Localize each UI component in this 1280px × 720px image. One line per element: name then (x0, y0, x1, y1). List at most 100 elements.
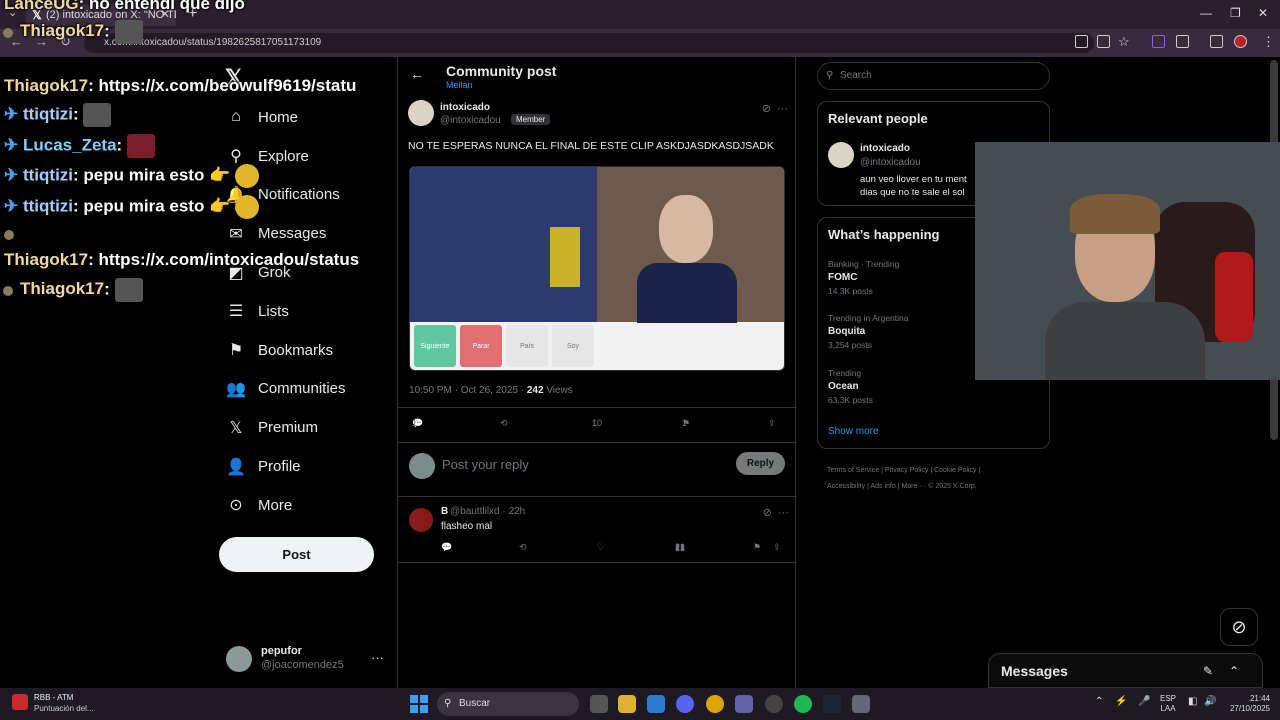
chat-line: Thiagok17: https://x.com/intoxicadou/sta… (4, 250, 359, 270)
clock[interactable]: 21:44 27/10/2025 (1226, 694, 1270, 714)
sidebar-item-lists[interactable]: ☰ Lists (226, 292, 426, 331)
emote-icon (126, 134, 155, 158)
sidebar-item-more[interactable]: ⊙ More (226, 486, 426, 525)
lang-primary: ESP (1160, 694, 1177, 703)
reply-input[interactable]: Post your reply (442, 457, 529, 472)
account-switcher[interactable]: pepufor @joacomendez5 ··· (226, 644, 386, 676)
store-icon[interactable] (647, 695, 665, 713)
profile-icon[interactable] (1234, 35, 1247, 48)
post-button[interactable]: Post (219, 537, 374, 572)
sidebar-item-premium[interactable]: 𝕏 Premium (226, 408, 426, 447)
footer-row[interactable]: Terms of Service | Privacy Policy | Cook… (827, 463, 1057, 479)
avatar[interactable] (409, 508, 433, 532)
trend-category: Trending (828, 368, 862, 378)
media-icon[interactable] (1210, 35, 1223, 48)
steam-icon[interactable] (823, 695, 841, 713)
compose-message-icon[interactable]: ✎ (1203, 664, 1213, 678)
post-author-name[interactable]: intoxicado (440, 102, 490, 113)
heart-icon[interactable]: ♡ (597, 542, 605, 553)
grok-explain-icon[interactable]: ⊘ (762, 103, 771, 115)
share-icon[interactable]: ⇪ (773, 542, 781, 553)
trend-item[interactable]: Trending Ocean 63.3K posts (828, 368, 873, 405)
extension-icon[interactable] (1152, 35, 1165, 48)
reply-options[interactable]: ⊘ ··· (763, 506, 789, 519)
translate-icon[interactable] (1097, 35, 1110, 48)
chat-username: Lucas_Zeta (22, 135, 117, 155)
avatar[interactable] (408, 100, 434, 126)
sidebar-item-bookmarks[interactable]: ⚑ Bookmarks (226, 331, 426, 370)
avatar[interactable] (828, 142, 854, 168)
cast-icon[interactable] (1075, 35, 1088, 48)
language-indicator[interactable]: ESP LAA (1160, 694, 1176, 714)
file-explorer-icon[interactable] (618, 695, 636, 713)
taskbar-search[interactable]: ⚲ Buscar (437, 692, 579, 716)
tray-network-icon[interactable]: ⚡ (1115, 697, 1127, 707)
trend-count: 14.3K posts (828, 286, 873, 296)
search-input[interactable]: ⚲ Search (817, 62, 1050, 90)
show-more-link[interactable]: Show more (828, 426, 879, 437)
wifi-icon[interactable]: ◧ (1188, 697, 1197, 707)
person-handle[interactable]: @intoxicadou (860, 157, 921, 168)
maximize-icon[interactable]: ❐ (1230, 6, 1241, 20)
chat-message: : (104, 279, 110, 299)
reply-button[interactable]: Reply (736, 452, 785, 475)
volume-icon[interactable]: 🔊 (1204, 697, 1216, 707)
back-arrow-icon[interactable]: ← (410, 66, 424, 82)
spotify-icon[interactable] (794, 695, 812, 713)
search-placeholder: Search (840, 70, 872, 81)
address-bar[interactable]: x.com/intoxicadou/status/198262581705117… (84, 33, 1094, 53)
sidebar-item-messages[interactable]: ✉ Messages (226, 214, 426, 253)
sidebar-item-home[interactable]: ⌂ Home (226, 98, 426, 137)
star-icon[interactable]: ☆ (1118, 34, 1130, 50)
grok-explain-icon[interactable]: ⊘ (763, 507, 772, 519)
teams-icon[interactable] (735, 695, 753, 713)
post-author-handle[interactable]: @intoxicadou (440, 115, 501, 126)
mic-icon[interactable]: 🎤 (1138, 697, 1150, 707)
task-view-icon[interactable] (590, 695, 608, 713)
main-column: ← Community post Mellan intoxicado @into… (397, 57, 797, 688)
post-video[interactable]: Siguiente Parar País Soy (409, 166, 785, 371)
chat-username: Thiagok17 (20, 21, 105, 41)
share-icon[interactable]: ⇪ (768, 418, 776, 429)
minimize-icon[interactable]: — (1200, 6, 1212, 20)
taskbar-app-widget[interactable]: RBB - ATM Puntuación del... (12, 692, 122, 716)
settings-icon[interactable] (852, 695, 870, 713)
chat-username: ttiqtizi (22, 196, 74, 216)
reply-author-name[interactable]: B (441, 506, 448, 517)
trend-item[interactable]: Trending in Argentina Boquita 3,254 post… (828, 313, 909, 350)
discord-icon[interactable] (676, 695, 694, 713)
messages-drawer[interactable]: Messages ✎ ⌃ (988, 653, 1263, 688)
close-window-icon[interactable]: ✕ (1258, 6, 1268, 20)
more-dots-icon[interactable]: ··· (777, 103, 788, 115)
post-timestamp[interactable]: 10:50 PM · Oct 26, 2025 (409, 385, 518, 396)
views-count: 242 (526, 385, 544, 396)
media-button-country: País (506, 325, 548, 367)
mail-icon: ✉ (229, 225, 243, 243)
repost-icon[interactable]: ⟲ (519, 542, 527, 553)
more-dots-icon[interactable]: ··· (778, 507, 789, 519)
address-bar-row: ← → ↻ x.com/intoxicadou/status/198262581… (0, 29, 1280, 57)
footer-row[interactable]: Accessibility | Ads info | More ··· © 20… (827, 479, 1057, 495)
app-icon[interactable] (765, 695, 783, 713)
community-link[interactable]: Mellan (446, 80, 473, 90)
sidebar-item-profile[interactable]: 👤 Profile (226, 447, 426, 486)
sidebar-item-communities[interactable]: 👥 Communities (226, 370, 426, 409)
person-name[interactable]: intoxicado (860, 143, 910, 154)
trend-item[interactable]: Banking · Trending FOMC 14.3K posts (828, 259, 899, 296)
grok-floating-button[interactable]: ⊘ (1220, 608, 1258, 646)
sidebar-item-label: Explore (258, 147, 309, 165)
windows-start-icon[interactable] (410, 695, 428, 713)
tray-chevron-icon[interactable]: ⌃ (1095, 697, 1103, 707)
menu-icon[interactable]: ⋮ (1262, 34, 1275, 50)
bookmark-icon[interactable]: ⚑ (753, 542, 761, 553)
reply-author-handle[interactable]: @bauttlilxd · 22h (450, 506, 525, 517)
chat-message: : no entendi que dijo (78, 0, 245, 13)
expand-chevron-icon[interactable]: ⌃ (1229, 664, 1239, 678)
chrome-icon[interactable] (706, 695, 724, 713)
post-options[interactable]: ⊘ ··· (762, 102, 788, 115)
reply-icon[interactable]: 💬 (441, 542, 452, 553)
more-dots-icon[interactable]: ··· (371, 650, 384, 665)
puzzle-icon[interactable] (1176, 35, 1189, 48)
chat-line: ✈ Lucas_Zeta: (4, 134, 155, 158)
sidebar-item-label: More (258, 496, 293, 514)
